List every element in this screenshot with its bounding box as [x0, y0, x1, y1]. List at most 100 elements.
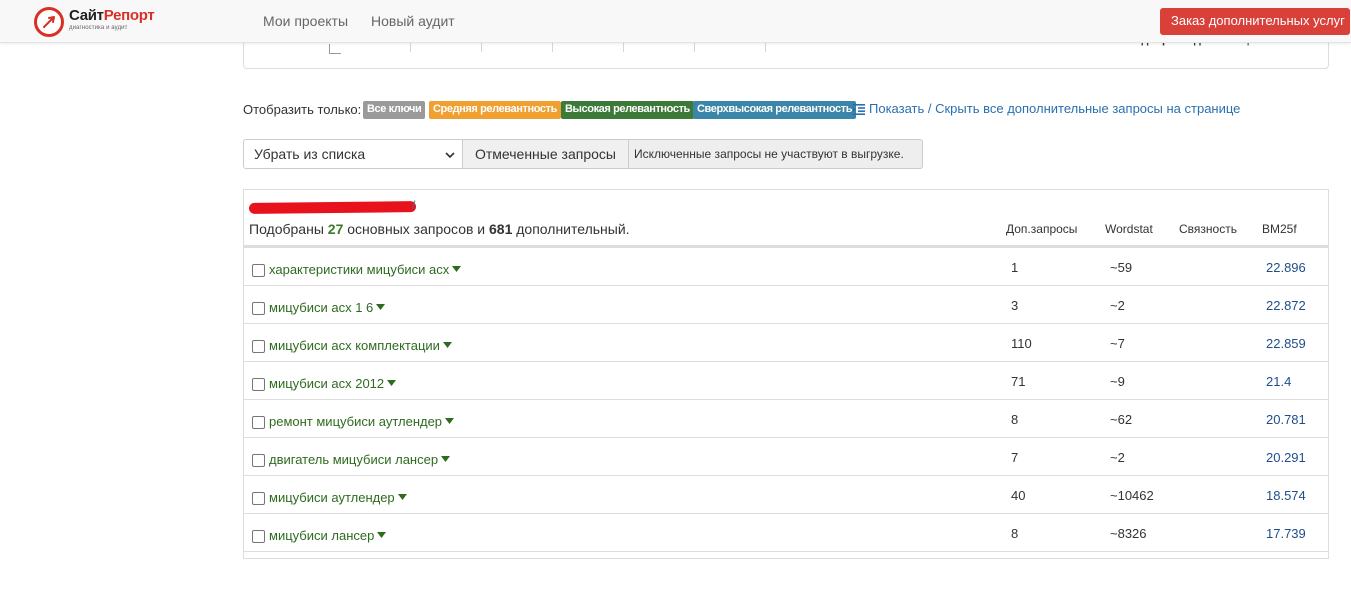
filter-very-high-relevance[interactable]: Сверхвысокая релевантность	[693, 101, 857, 119]
wordstat-value: ~62	[1110, 412, 1133, 427]
redacted-url	[248, 201, 417, 214]
main-count: 27	[327, 221, 344, 237]
bm25f-value: 21.4	[1266, 374, 1292, 389]
query-text: мицубиси аутлендер	[269, 490, 395, 505]
table-row: мицубиси лансер 8 ~8326 17.739	[244, 513, 1328, 551]
summary-suffix: дополнительный.	[516, 221, 630, 237]
wordstat-value: ~7	[1110, 336, 1125, 351]
toggle-extra-queries-link[interactable]: Показать / Скрыть все дополнительные зап…	[853, 101, 1240, 118]
bm25f-value: 22.859	[1266, 336, 1306, 351]
query-link[interactable]: мицубиси асх 1 6	[269, 298, 386, 315]
query-text: мицубиси асх комплектации	[269, 338, 440, 353]
bulk-action-select[interactable]: Убрать из списка	[243, 139, 463, 169]
wordstat-value: ~2	[1110, 298, 1125, 313]
extra-count: 681	[489, 221, 513, 237]
table-row: двигатель мицубиси лансер 7 ~2 20.291	[244, 437, 1328, 475]
caret-down-icon[interactable]	[376, 298, 386, 313]
query-link[interactable]: ремонт мицубиси аутлендер	[269, 412, 455, 429]
logo-icon	[34, 7, 64, 37]
table-row: ремонт мицубиси аутлендер 8 ~62 20.781	[244, 399, 1328, 437]
query-text: характеристики мицубиси асх	[269, 262, 450, 277]
wordstat-value: ~59	[1110, 260, 1133, 275]
bm25f-value: 22.896	[1266, 260, 1306, 275]
bm25f-value: 17.739	[1266, 526, 1306, 541]
query-link[interactable]: мицубиси асх комплектации	[269, 336, 452, 353]
bulk-action-value: Убрать из списка	[254, 146, 366, 162]
nav-my-projects[interactable]: Мои проекты	[263, 13, 348, 29]
url-suffix[interactable]: /	[412, 198, 415, 212]
bm25f-value: 22.872	[1266, 298, 1306, 313]
query-link[interactable]: характеристики мицубиси асх	[269, 260, 462, 277]
dop-value: 1	[1011, 260, 1019, 275]
column-header-wordstat[interactable]: Wordstat	[1105, 222, 1153, 236]
column-header-svyaznost[interactable]: Связность	[1179, 222, 1237, 236]
logo-text: СайтРепорт	[69, 7, 155, 24]
table-row: мицубиси асх комплектации 110 ~7 22.859	[244, 323, 1328, 361]
results-table: / Подобраны 27 основных запросов и 681 д…	[243, 189, 1329, 559]
dop-value: 110	[1011, 336, 1032, 351]
query-text: мицубиси лансер	[269, 528, 375, 543]
filter-high-relevance[interactable]: Высокая релевантность	[561, 101, 694, 119]
table-row: характеристики мицубиси асх 1 ~59 22.896	[244, 247, 1328, 285]
row-checkbox[interactable]	[252, 378, 265, 391]
row-checkbox[interactable]	[252, 340, 265, 353]
dop-value: 71	[1011, 374, 1026, 389]
top-navbar: СайтРепорт диагностика и аудит Мои проек…	[0, 0, 1351, 43]
wordstat-value: ~2	[1110, 450, 1125, 465]
row-checkbox[interactable]	[252, 530, 265, 543]
caret-down-icon[interactable]	[377, 526, 387, 541]
site-logo[interactable]: СайтРепорт диагностика и аудит	[34, 6, 164, 38]
query-link[interactable]: мицубиси лансер	[269, 526, 387, 543]
query-link[interactable]: мицубиси асх 2012	[269, 374, 397, 391]
list-indent-icon	[853, 103, 865, 118]
row-checkbox[interactable]	[252, 454, 265, 467]
dop-value: 3	[1011, 298, 1019, 313]
wordstat-value: ~10462	[1110, 488, 1154, 503]
summary-prefix: Подобраны	[249, 221, 324, 237]
excluded-queries-note: Исключенные запросы не участвуют в выгру…	[628, 139, 923, 169]
query-text: ремонт мицубиси аутлендер	[269, 414, 443, 429]
caret-down-icon[interactable]	[387, 374, 397, 389]
bm25f-value: 18.574	[1266, 488, 1306, 503]
filter-medium-relevance[interactable]: Средняя релевантность	[429, 101, 561, 119]
table-row: мицубиси аутлендер 40 ~10462 18.574	[244, 475, 1328, 513]
summary-middle: основных запросов и	[347, 221, 486, 237]
caret-down-icon[interactable]	[441, 450, 451, 465]
wordstat-value: ~9	[1110, 374, 1125, 389]
query-link[interactable]: двигатель мицубиси лансер	[269, 450, 451, 467]
column-header-bm25f[interactable]: BM25f	[1262, 222, 1297, 236]
table-row-divider	[244, 551, 1328, 589]
row-checkbox[interactable]	[252, 492, 265, 505]
caret-down-icon[interactable]	[452, 260, 462, 275]
marked-queries-button[interactable]: Отмеченные запросы	[462, 139, 629, 169]
row-checkbox[interactable]	[252, 302, 265, 315]
filter-all-keys[interactable]: Все ключи	[363, 101, 426, 119]
dop-value: 8	[1011, 412, 1019, 427]
dop-value: 8	[1011, 526, 1019, 541]
table-row: мицубиси асх 2012 71 ~9 21.4	[244, 361, 1328, 399]
column-header-dop[interactable]: Доп.запросы	[1006, 222, 1077, 236]
caret-down-icon[interactable]	[445, 412, 455, 427]
results-summary: Подобраны 27 основных запросов и 681 доп…	[249, 221, 630, 237]
bm25f-value: 20.781	[1266, 412, 1306, 427]
caret-down-icon[interactable]	[442, 336, 452, 351]
row-checkbox[interactable]	[252, 264, 265, 277]
query-link[interactable]: мицубиси аутлендер	[269, 488, 407, 505]
logo-text-main: Сайт	[69, 7, 104, 24]
nav-new-audit[interactable]: Новый аудит	[371, 13, 455, 29]
query-text: мицубиси асх 1 6	[269, 300, 374, 315]
chevron-down-icon	[444, 148, 456, 164]
wordstat-value: ~8326	[1110, 526, 1147, 541]
logo-text-accent: Репорт	[103, 7, 155, 24]
filter-label: Отобразить только:	[243, 102, 362, 117]
bm25f-value: 20.291	[1266, 450, 1306, 465]
toggle-extra-queries-label: Показать / Скрыть все дополнительные зап…	[869, 101, 1241, 116]
order-services-button[interactable]: Заказ дополнительных услуг	[1160, 8, 1350, 35]
query-text: двигатель мицубиси лансер	[269, 452, 439, 467]
caret-down-icon[interactable]	[397, 488, 407, 503]
row-checkbox[interactable]	[252, 416, 265, 429]
dop-value: 40	[1011, 488, 1026, 503]
prev-panel-marker	[329, 44, 341, 54]
logo-tagline: диагностика и аудит	[69, 25, 128, 31]
dop-value: 7	[1011, 450, 1019, 465]
